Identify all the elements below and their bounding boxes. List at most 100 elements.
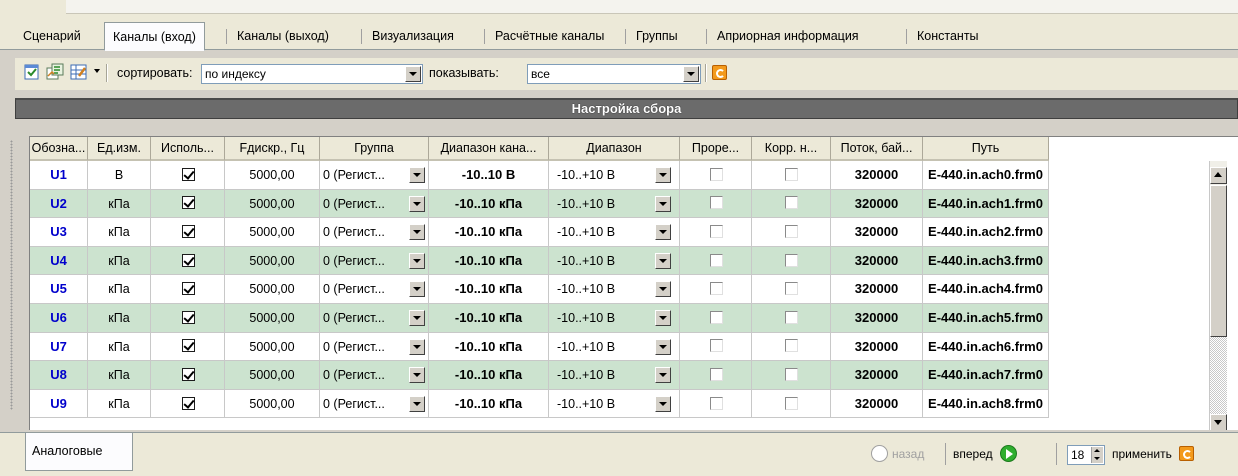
thin-checkbox[interactable] xyxy=(709,167,723,181)
used-checkbox[interactable] xyxy=(181,224,195,238)
thin-checkbox[interactable] xyxy=(709,310,723,324)
cell-corr[interactable] xyxy=(752,389,831,419)
cell-group[interactable]: 0 (Регист... xyxy=(320,332,429,362)
apply-button[interactable]: применить xyxy=(1112,445,1195,463)
chevron-down-icon[interactable] xyxy=(409,195,425,212)
cell-name[interactable]: U5 xyxy=(30,275,88,304)
cell-freq[interactable]: 5000,00 xyxy=(225,361,320,390)
filter-icon[interactable] xyxy=(23,63,41,81)
scroll-track[interactable] xyxy=(1210,337,1227,414)
cell-group[interactable]: 0 (Регист... xyxy=(320,246,429,276)
cell-group[interactable]: 0 (Регист... xyxy=(320,161,429,190)
chevron-down-icon[interactable] xyxy=(655,252,671,269)
cell-freq[interactable]: 5000,00 xyxy=(225,161,320,190)
cell-name[interactable]: U3 xyxy=(30,218,88,247)
cell-path[interactable]: E-440.in.ach3.frm0 xyxy=(923,246,1049,276)
cell-path[interactable]: E-440.in.ach7.frm0 xyxy=(923,361,1049,390)
chevron-down-icon[interactable] xyxy=(409,395,425,412)
cell-group[interactable]: 0 (Регист... xyxy=(320,389,429,419)
cell-stream[interactable]: 320000 xyxy=(831,332,923,362)
export-icon[interactable] xyxy=(46,63,64,81)
tab-groups[interactable]: Группы xyxy=(628,24,686,50)
edit-columns-dropdown-arrow[interactable] xyxy=(94,69,100,73)
table-row[interactable]: U8 кПа 5000,00 0 (Регист... -10..10 кПа -10..… xyxy=(30,361,1049,390)
corr-checkbox[interactable] xyxy=(785,167,798,181)
edit-columns-icon[interactable] xyxy=(70,63,88,81)
chevron-down-icon[interactable] xyxy=(409,167,425,183)
cell-name[interactable]: U7 xyxy=(30,332,88,362)
cell-diap[interactable]: -10..+10 В xyxy=(549,304,680,333)
cell-name[interactable]: U8 xyxy=(30,361,88,390)
cell-range[interactable]: -10..10 кПа xyxy=(429,361,549,390)
cell-thin[interactable] xyxy=(680,189,752,219)
tab-channels-in[interactable]: Каналы (вход) xyxy=(104,22,205,51)
cell-corr[interactable] xyxy=(752,189,831,219)
splitter-grip[interactable] xyxy=(10,140,13,410)
column-header[interactable]: Группа xyxy=(320,137,429,161)
cell-unit[interactable]: кПа xyxy=(88,304,151,333)
refresh-button[interactable] xyxy=(712,65,727,80)
vertical-scrollbar[interactable] xyxy=(1209,161,1227,430)
cell-range[interactable]: -10..10 кПа xyxy=(429,389,549,419)
chevron-down-icon[interactable] xyxy=(655,395,671,412)
corr-checkbox[interactable] xyxy=(785,339,798,353)
cell-corr[interactable] xyxy=(752,161,831,190)
chevron-down-icon[interactable] xyxy=(409,252,425,269)
cell-diap[interactable]: -10..+10 В xyxy=(549,332,680,362)
chevron-down-icon[interactable] xyxy=(655,224,671,241)
chevron-down-icon[interactable] xyxy=(683,66,699,82)
cell-stream[interactable]: 320000 xyxy=(831,218,923,247)
cell-name[interactable]: U6 xyxy=(30,304,88,333)
cell-used[interactable] xyxy=(151,218,225,247)
cell-corr[interactable] xyxy=(752,304,831,333)
cell-stream[interactable]: 320000 xyxy=(831,275,923,304)
cell-path[interactable]: E-440.in.ach4.frm0 xyxy=(923,275,1049,304)
forward-button[interactable]: вперед xyxy=(953,445,1017,463)
cell-path[interactable]: E-440.in.ach5.frm0 xyxy=(923,304,1049,333)
cell-range[interactable]: -10..10 кПа xyxy=(429,332,549,362)
chevron-down-icon[interactable] xyxy=(409,224,425,241)
cell-used[interactable] xyxy=(151,361,225,390)
cell-unit[interactable]: кПа xyxy=(88,275,151,304)
cell-group[interactable]: 0 (Регист... xyxy=(320,304,429,333)
column-header[interactable]: Диапазон кана... xyxy=(429,137,549,161)
cell-unit[interactable]: кПа xyxy=(88,361,151,390)
used-checkbox[interactable] xyxy=(181,167,195,181)
cell-group[interactable]: 0 (Регист... xyxy=(320,218,429,247)
chevron-down-icon[interactable] xyxy=(655,367,671,384)
cell-path[interactable]: E-440.in.ach1.frm0 xyxy=(923,189,1049,219)
cell-thin[interactable] xyxy=(680,275,752,304)
cell-thin[interactable] xyxy=(680,161,752,190)
cell-used[interactable] xyxy=(151,332,225,362)
cell-range[interactable]: -10..10 кПа xyxy=(429,246,549,276)
cell-used[interactable] xyxy=(151,275,225,304)
cell-freq[interactable]: 5000,00 xyxy=(225,246,320,276)
cell-freq[interactable]: 5000,00 xyxy=(225,389,320,419)
column-header[interactable]: Путь xyxy=(923,137,1049,161)
table-row[interactable]: U9 кПа 5000,00 0 (Регист... -10..10 кПа -10..… xyxy=(30,389,1049,419)
column-header[interactable]: Поток, бай... xyxy=(831,137,923,161)
thin-checkbox[interactable] xyxy=(709,282,723,296)
cell-used[interactable] xyxy=(151,389,225,419)
cell-unit[interactable]: кПа xyxy=(88,332,151,362)
used-checkbox[interactable] xyxy=(181,396,195,410)
chevron-down-icon[interactable] xyxy=(405,66,421,82)
cell-thin[interactable] xyxy=(680,332,752,362)
cell-unit[interactable]: кПа xyxy=(88,246,151,276)
cell-used[interactable] xyxy=(151,189,225,219)
cell-used[interactable] xyxy=(151,304,225,333)
cell-used[interactable] xyxy=(151,161,225,190)
column-header[interactable]: Диапазон xyxy=(549,137,680,161)
cell-unit[interactable]: кПа xyxy=(88,218,151,247)
cell-diap[interactable]: -10..+10 В xyxy=(549,275,680,304)
corr-checkbox[interactable] xyxy=(785,367,798,381)
cell-diap[interactable]: -10..+10 В xyxy=(549,389,680,419)
cell-name[interactable]: U1 xyxy=(30,161,88,190)
cell-group[interactable]: 0 (Регист... xyxy=(320,275,429,304)
cell-diap[interactable]: -10..+10 В xyxy=(549,361,680,390)
corr-checkbox[interactable] xyxy=(785,253,798,267)
chevron-down-icon[interactable] xyxy=(409,310,425,326)
cell-corr[interactable] xyxy=(752,361,831,390)
cell-corr[interactable] xyxy=(752,332,831,362)
column-header[interactable]: Обозна... xyxy=(30,137,88,161)
